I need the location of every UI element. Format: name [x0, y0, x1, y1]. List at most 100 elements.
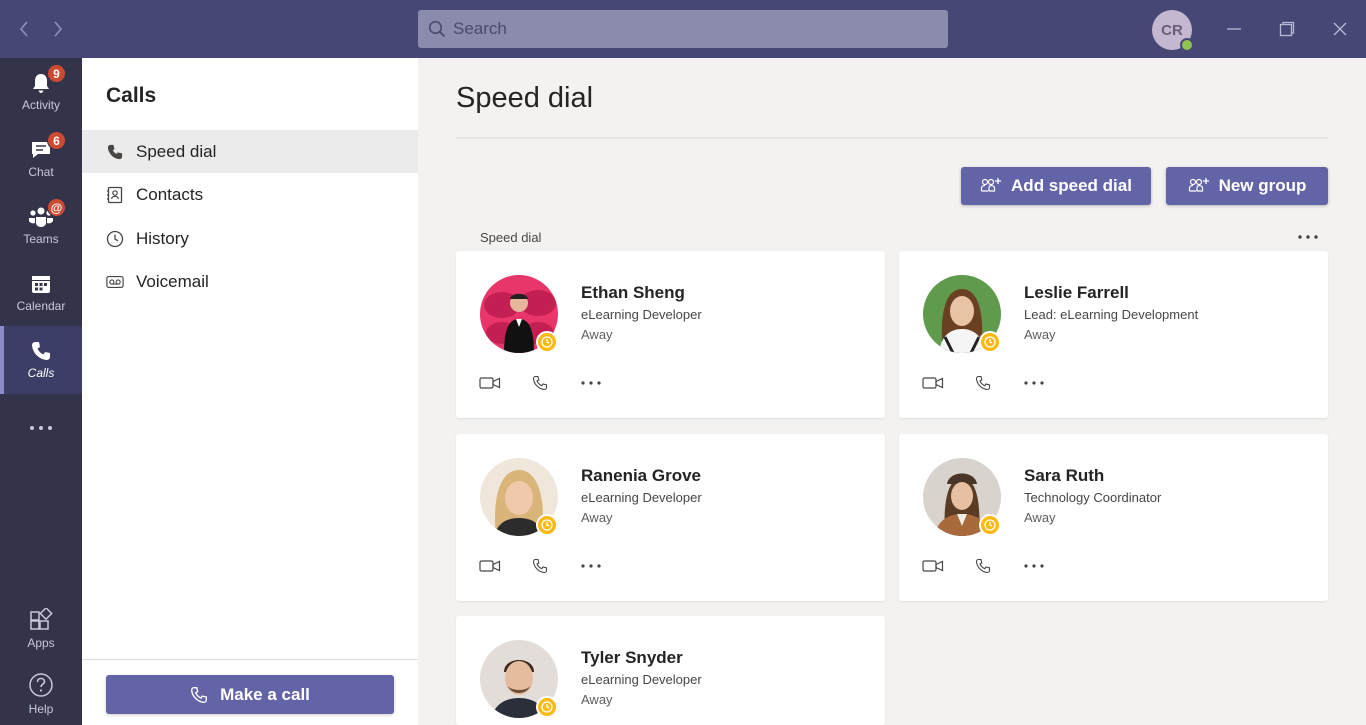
restore-icon[interactable]: [1274, 16, 1300, 42]
section-label: Speed dial: [480, 230, 542, 245]
audio-call-icon[interactable]: [529, 373, 551, 393]
new-group-button[interactable]: New group: [1166, 167, 1328, 205]
more-options-icon[interactable]: [580, 373, 602, 393]
contact-card[interactable]: Tyler Snyder eLearning Developer Away: [456, 616, 885, 725]
calls-panel: Calls Speed dial Contacts History Voicem…: [82, 58, 418, 725]
new-group-label: New group: [1218, 176, 1307, 195]
back-arrow-icon[interactable]: [14, 17, 34, 41]
rail-label-calendar: Calendar: [16, 299, 66, 313]
teams-mention-badge: @: [47, 198, 66, 217]
contacts-icon: [106, 186, 124, 204]
add-speed-dial-button[interactable]: Add speed dial: [961, 167, 1151, 205]
search-input[interactable]: Search: [418, 10, 948, 48]
chat-badge: 6: [47, 131, 66, 150]
contact-name: Sara Ruth: [1024, 466, 1105, 485]
rail-item-activity[interactable]: 9 Activity: [0, 58, 82, 126]
make-a-call-label: Make a call: [220, 684, 310, 704]
panel-divider: [82, 659, 418, 660]
user-initials: CR: [1161, 21, 1183, 39]
away-status-icon: [979, 514, 1001, 536]
contact-card[interactable]: Ethan Sheng eLearning Developer Away: [456, 251, 885, 418]
contact-name: Tyler Snyder: [581, 648, 683, 667]
rail-label-teams: Teams: [23, 232, 59, 246]
panel-item-label: Speed dial: [136, 141, 217, 161]
contact-role: eLearning Developer: [581, 672, 702, 687]
video-call-icon[interactable]: [922, 556, 944, 576]
contact-card[interactable]: Leslie Farrell Lead: eLearning Developme…: [899, 251, 1328, 418]
phone-icon: [190, 686, 208, 704]
rail-label-apps: Apps: [27, 636, 55, 650]
activity-badge: 9: [47, 64, 66, 83]
video-call-icon[interactable]: [922, 373, 944, 393]
add-group-icon: [1188, 177, 1210, 195]
app-rail: 9 Activity 6 Chat @ Teams Calendar Calls…: [0, 58, 82, 725]
rail-item-apps[interactable]: Apps: [0, 595, 82, 663]
apps-icon: [29, 608, 53, 632]
rail-item-calendar[interactable]: Calendar: [0, 259, 82, 327]
panel-item-label: Contacts: [136, 184, 204, 204]
panel-item-voicemail[interactable]: Voicemail: [82, 260, 418, 303]
audio-call-icon[interactable]: [529, 556, 551, 576]
contact-role: Technology Coordinator: [1024, 490, 1162, 505]
away-status-icon: [979, 331, 1001, 353]
phone-icon: [30, 340, 52, 362]
rail-label-help: Help: [28, 702, 54, 716]
video-call-icon[interactable]: [479, 373, 501, 393]
more-options-icon[interactable]: [1023, 373, 1045, 393]
make-a-call-button[interactable]: Make a call: [106, 675, 394, 714]
away-status-icon: [536, 696, 558, 718]
forward-arrow-icon[interactable]: [48, 17, 68, 41]
title-divider: [456, 137, 1328, 139]
more-apps-icon[interactable]: [0, 394, 82, 462]
calendar-icon: [30, 273, 52, 295]
rail-label-activity: Activity: [21, 98, 60, 112]
title-bar: Search CR: [0, 0, 1366, 58]
panel-item-label: Voicemail: [136, 271, 209, 291]
contact-presence: Away: [1024, 510, 1056, 525]
contact-card[interactable]: Sara Ruth Technology Coordinator Away: [899, 434, 1328, 601]
panel-title: Calls: [106, 84, 157, 107]
section-more-options-icon[interactable]: [1296, 227, 1320, 247]
contact-card[interactable]: Ranenia Grove eLearning Developer Away: [456, 434, 885, 601]
panel-item-label: History: [136, 228, 189, 248]
contact-role: eLearning Developer: [581, 490, 702, 505]
minimize-icon[interactable]: [1221, 16, 1247, 42]
rail-label-calls: Calls: [27, 366, 55, 380]
rail-item-calls[interactable]: Calls: [0, 326, 82, 394]
available-status-icon: [1180, 38, 1194, 52]
contact-presence: Away: [581, 327, 613, 342]
phone-icon: [106, 143, 124, 161]
clock-icon: [106, 230, 124, 248]
audio-call-icon[interactable]: [972, 556, 994, 576]
contact-presence: Away: [581, 510, 613, 525]
contact-name: Ranenia Grove: [581, 466, 701, 485]
add-speed-dial-label: Add speed dial: [1011, 176, 1132, 195]
panel-item-history[interactable]: History: [82, 217, 418, 260]
search-icon: [428, 20, 446, 38]
contact-presence: Away: [581, 692, 613, 707]
contact-role: eLearning Developer: [581, 307, 702, 322]
rail-item-chat[interactable]: 6 Chat: [0, 125, 82, 193]
audio-call-icon[interactable]: [972, 373, 994, 393]
rail-label-chat: Chat: [28, 165, 54, 179]
user-avatar[interactable]: CR: [1152, 10, 1194, 52]
contact-name: Ethan Sheng: [581, 283, 685, 302]
panel-item-contacts[interactable]: Contacts: [82, 173, 418, 216]
more-options-icon[interactable]: [1023, 556, 1045, 576]
help-icon: [28, 672, 54, 698]
search-placeholder: Search: [453, 19, 507, 38]
rail-item-help[interactable]: Help: [0, 660, 82, 725]
more-options-icon[interactable]: [580, 556, 602, 576]
panel-item-speed-dial[interactable]: Speed dial: [82, 130, 418, 173]
contact-role: Lead: eLearning Development: [1024, 307, 1199, 322]
contact-name: Leslie Farrell: [1024, 283, 1129, 302]
rail-item-teams[interactable]: @ Teams: [0, 192, 82, 260]
away-status-icon: [536, 331, 558, 353]
video-call-icon[interactable]: [479, 556, 501, 576]
add-person-icon: [980, 177, 1002, 195]
contact-presence: Away: [1024, 327, 1056, 342]
voicemail-icon: [106, 273, 124, 291]
close-icon[interactable]: [1327, 16, 1353, 42]
page-title: Speed dial: [456, 82, 594, 114]
away-status-icon: [536, 514, 558, 536]
